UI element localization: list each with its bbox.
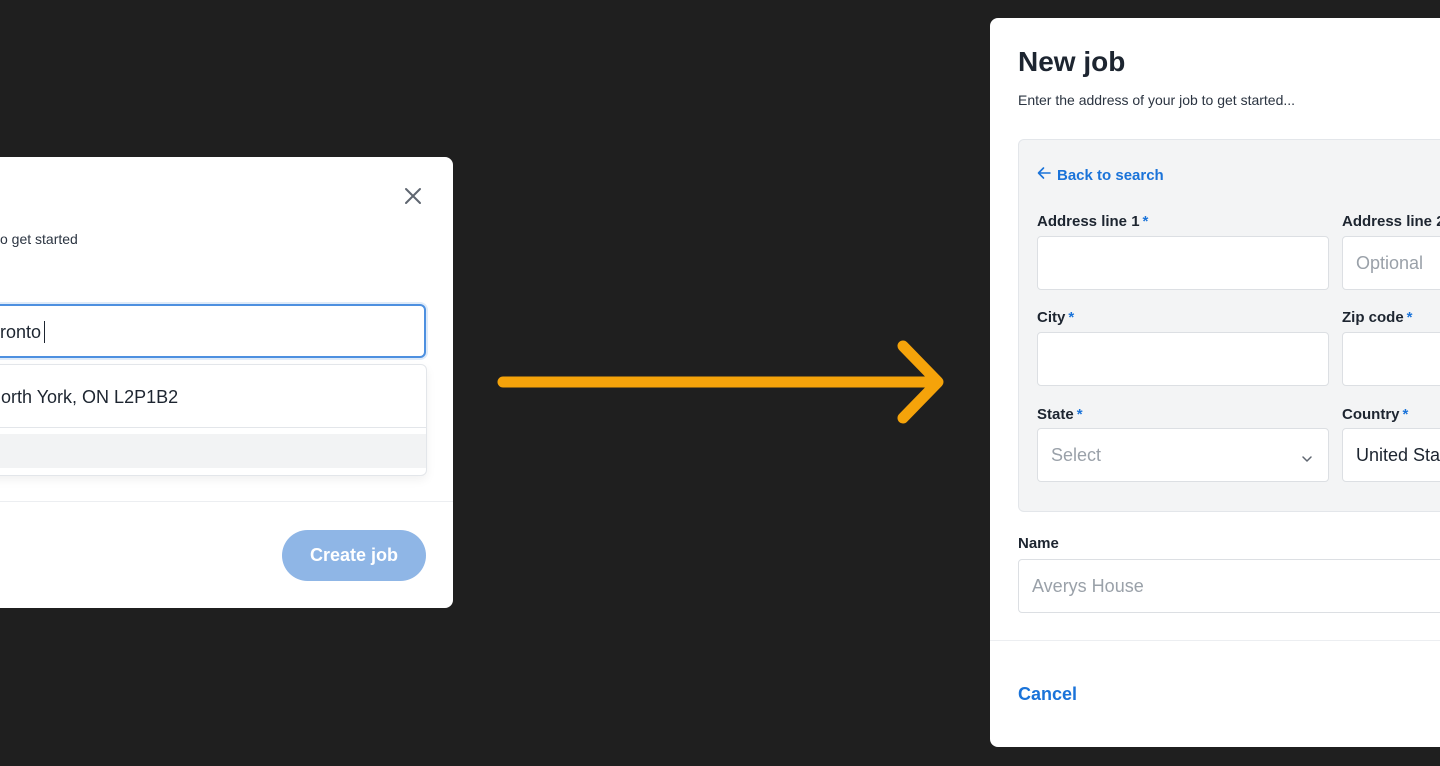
create-job-button[interactable]: Create job [282, 530, 426, 581]
chevron-down-icon [1300, 450, 1314, 464]
address-search-input[interactable]: ronto [0, 304, 426, 358]
suggestion-text: orth York, ON L2P1B2 [1, 387, 179, 407]
state-select[interactable]: Select [1037, 428, 1329, 482]
footer-divider [0, 501, 453, 502]
country-label: Country * [1342, 406, 1409, 423]
create-job-modal-search: o get started ronto orth York, ON L2P1B2… [0, 157, 453, 608]
back-to-search-link[interactable]: Back to search [1037, 166, 1164, 184]
city-label: City * [1037, 309, 1075, 326]
suggestion-item-highlighted[interactable] [0, 434, 426, 468]
text-caret [44, 321, 45, 343]
footer-divider [990, 640, 1440, 641]
zip-code-input[interactable] [1342, 332, 1440, 386]
job-name-input[interactable] [1018, 559, 1440, 613]
state-label: State * [1037, 406, 1083, 423]
modal-title: New job [1018, 46, 1126, 77]
back-link-label: Back to search [1057, 166, 1164, 184]
modal-subtitle: Enter the address of your job to get sta… [1018, 92, 1296, 108]
search-input-value: ronto [0, 322, 42, 342]
close-icon[interactable] [401, 184, 425, 208]
zip-code-label: Zip code * [1342, 309, 1413, 326]
address-line1-input[interactable] [1037, 236, 1329, 290]
state-select-placeholder: Select [1051, 445, 1102, 465]
country-select-value: United Sta [1356, 445, 1440, 465]
job-name-label: Name [1018, 535, 1059, 552]
cancel-button[interactable]: Cancel [1018, 684, 1077, 705]
address-line1-label: Address line 1 * [1037, 213, 1149, 230]
city-input[interactable] [1037, 332, 1329, 386]
address-suggestions-dropdown: orth York, ON L2P1B2 [0, 364, 427, 476]
arrow-left-icon [1037, 166, 1051, 184]
address-form-panel: Back to search Address line 1 * Address l… [1018, 139, 1440, 512]
country-select[interactable]: United Sta [1342, 428, 1440, 482]
address-line2-label: Address line 2 [1342, 213, 1440, 230]
arrow-right-icon [497, 340, 944, 424]
suggestion-item[interactable]: orth York, ON L2P1B2 [0, 365, 426, 428]
new-job-modal: New job Enter the address of your job to… [990, 18, 1440, 747]
address-line2-input[interactable] [1342, 236, 1440, 290]
